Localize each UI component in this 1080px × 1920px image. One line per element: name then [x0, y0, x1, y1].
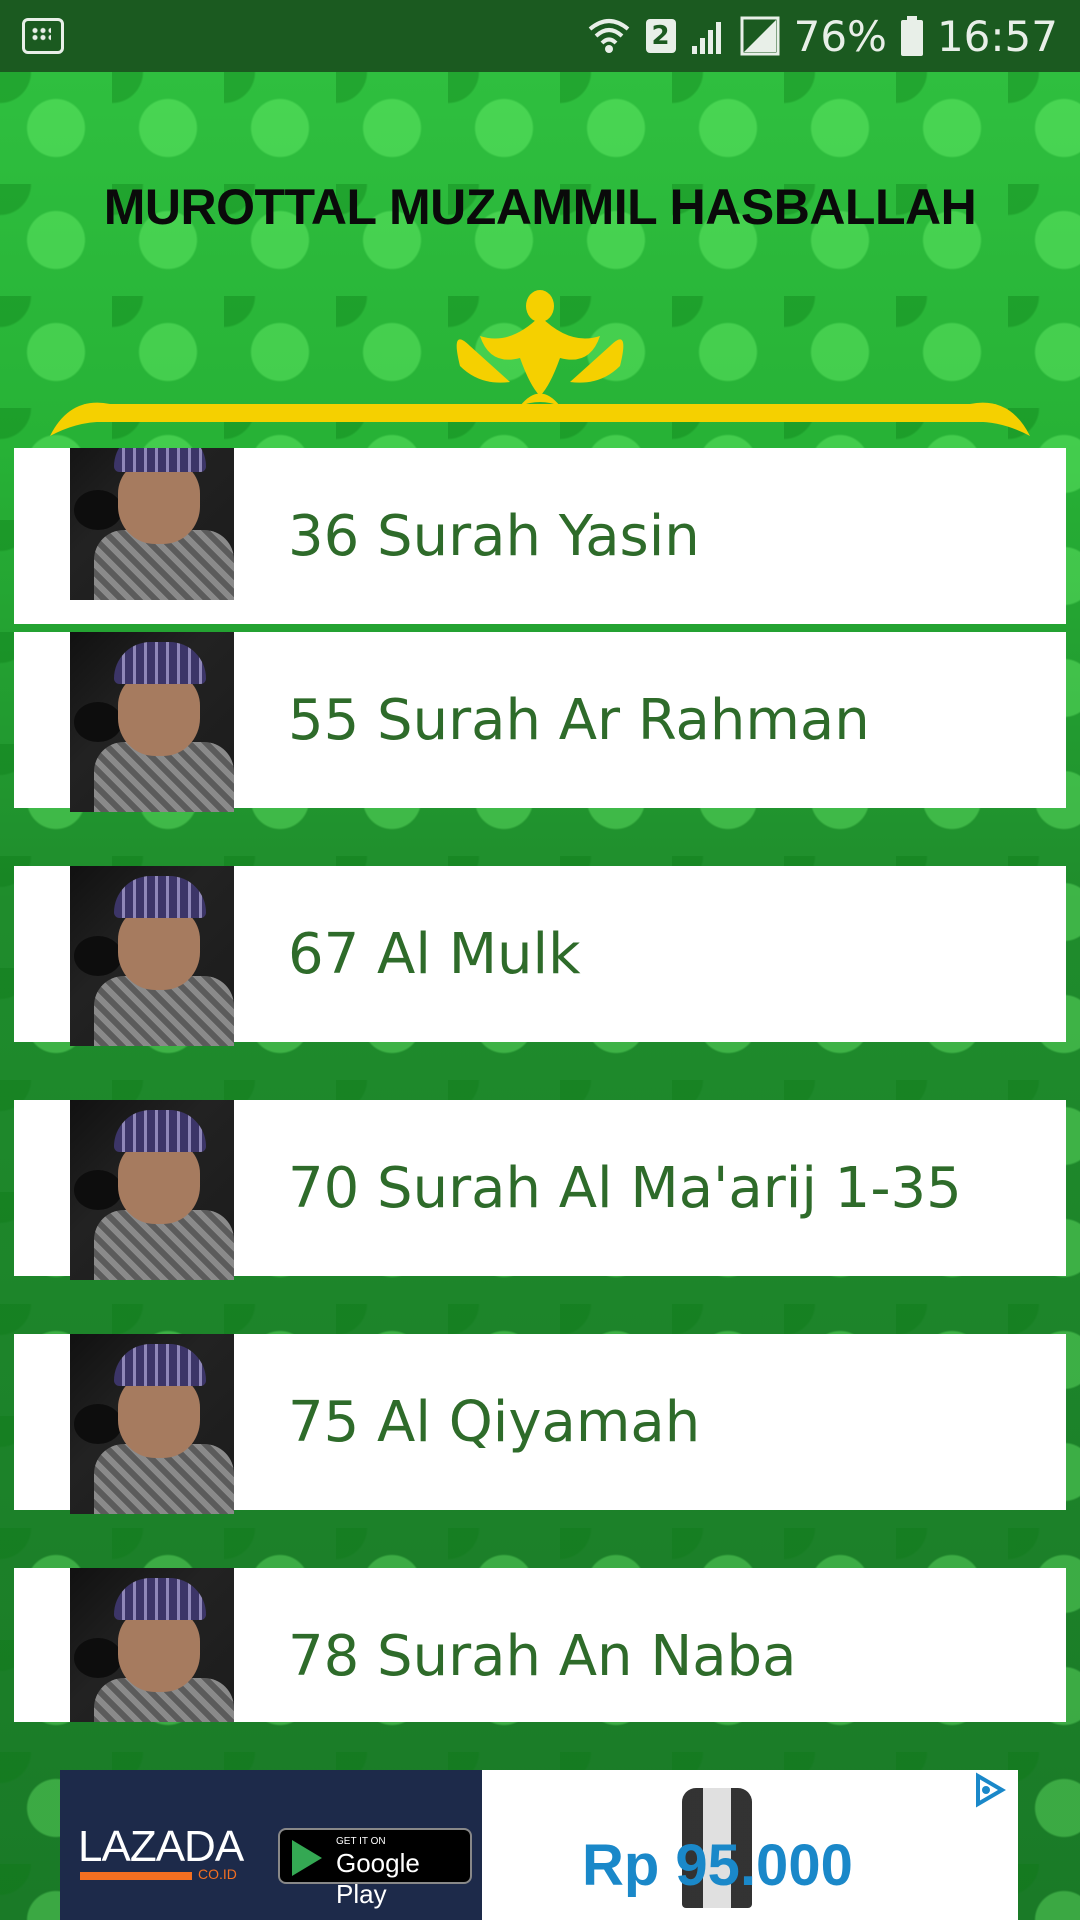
- list-item-al-mulk[interactable]: 67 Al Mulk: [14, 866, 1066, 1046]
- list-item-label: 75 Al Qiyamah: [288, 1390, 701, 1455]
- list-item-label: 78 Surah An Naba: [288, 1624, 797, 1689]
- ad-banner[interactable]: LAZADA CO.ID GET IT ON Google Play Rp 95…: [60, 1770, 1018, 1920]
- google-play-badge[interactable]: GET IT ON Google Play: [278, 1828, 472, 1909]
- reciter-thumbnail: [70, 1334, 234, 1514]
- status-bar: 2 76% 16:57: [0, 0, 1080, 72]
- list-item-surah-an-naba[interactable]: 78 Surah An Naba: [14, 1568, 1066, 1722]
- reciter-thumbnail: [70, 1100, 234, 1280]
- list-item-al-qiyamah[interactable]: 75 Al Qiyamah: [14, 1334, 1066, 1514]
- gold-ornament-icon: [50, 290, 1030, 436]
- list-item-surah-al-maarij[interactable]: 70 Surah Al Ma'arij 1-35: [14, 1100, 1066, 1280]
- play-store-icon: [292, 1840, 322, 1876]
- lazada-logo-bar: [80, 1872, 192, 1880]
- battery-percent: 76%: [793, 11, 887, 61]
- surah-list[interactable]: 36 Surah Yasin 55 Surah Ar Rahman 67 Al …: [14, 448, 1066, 1722]
- wifi-icon: [588, 19, 629, 53]
- list-item-surah-ar-rahman[interactable]: 55 Surah Ar Rahman: [14, 632, 1066, 812]
- ad-product-panel[interactable]: Rp 95.000: [482, 1770, 1018, 1920]
- reciter-thumbnail: [70, 1568, 234, 1722]
- reciter-thumbnail: [70, 448, 234, 600]
- page-title: MUROTTAL MUZAMMIL HASBALLAH: [103, 179, 977, 235]
- list-item-label: 55 Surah Ar Rahman: [288, 688, 870, 753]
- reciter-thumbnail: [70, 866, 234, 1046]
- signal-icon: [691, 22, 721, 54]
- adchoices-icon[interactable]: [968, 1770, 1008, 1810]
- reciter-thumbnail: [70, 632, 234, 812]
- list-item-label: 36 Surah Yasin: [288, 504, 700, 569]
- list-item-label: 67 Al Mulk: [288, 922, 581, 987]
- bbm-notification-icon: [22, 18, 64, 54]
- list-item-surah-yasin[interactable]: 36 Surah Yasin: [14, 448, 1066, 624]
- battery-icon: [900, 16, 923, 56]
- badge-big-text: Google Play: [336, 1848, 420, 1909]
- lazada-domain: CO.ID: [198, 1866, 237, 1882]
- badge-small-text: GET IT ON: [336, 1836, 386, 1847]
- sim-signal-icon: [740, 16, 780, 56]
- ad-brand-panel[interactable]: LAZADA CO.ID GET IT ON Google Play: [60, 1770, 482, 1920]
- ad-price: Rp 95.000: [582, 1833, 853, 1898]
- list-item-label: 70 Surah Al Ma'arij 1-35: [288, 1156, 962, 1221]
- clock: 16:57: [936, 11, 1058, 61]
- network-badge: 2: [645, 19, 676, 53]
- lazada-logo: LAZADA: [78, 1822, 244, 1871]
